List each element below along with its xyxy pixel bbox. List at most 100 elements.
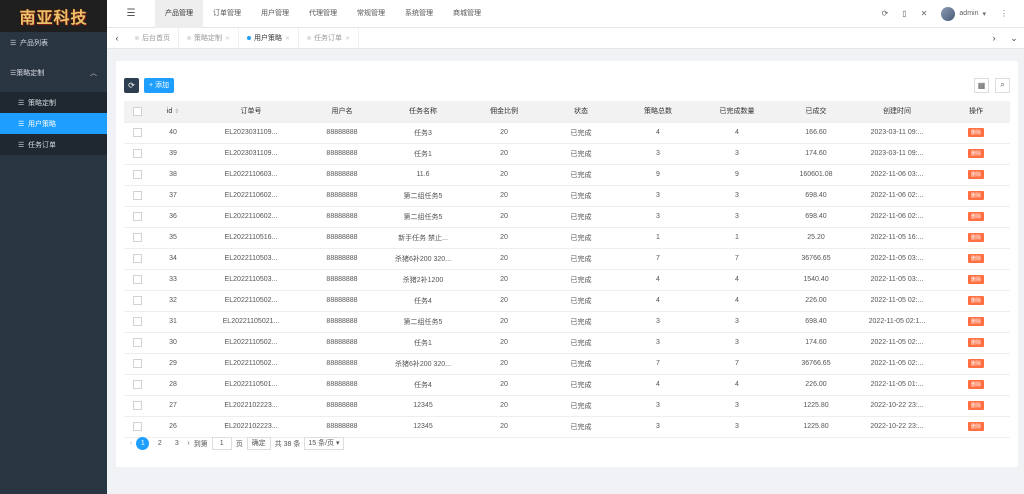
delete-button[interactable]: 删除 xyxy=(967,275,984,284)
table-cell: 40 xyxy=(150,122,196,144)
table-cell: 9 xyxy=(694,164,780,186)
refresh-icon[interactable]: ⟳ xyxy=(882,9,889,18)
table-cell: EL2022110502... xyxy=(196,353,306,375)
table-cell: 已完成 xyxy=(540,185,622,207)
sidebar-item-strategy-group[interactable]: ☰策略定制 ︿ xyxy=(0,54,107,92)
action-cell: 删除 xyxy=(942,353,1010,375)
delete-button[interactable]: 删除 xyxy=(967,191,984,200)
table-cell: 20 xyxy=(468,395,540,417)
per-page-select[interactable]: 15 条/页 ▾ xyxy=(304,437,344,450)
table-cell: 2022-11-05 01:... xyxy=(852,374,942,396)
row-checkbox[interactable] xyxy=(124,290,150,312)
table-cell: EL2022110603... xyxy=(196,164,306,186)
table-cell: 35 xyxy=(150,227,196,249)
delete-button[interactable]: 删除 xyxy=(967,296,984,305)
delete-button[interactable]: 删除 xyxy=(967,338,984,347)
page-tab-user-strategy[interactable]: 用户策略 ✕ xyxy=(239,27,300,49)
row-checkbox[interactable] xyxy=(124,185,150,207)
delete-button[interactable]: 删除 xyxy=(967,401,984,410)
tab-mall[interactable]: 商城管理 xyxy=(443,0,491,28)
delete-button[interactable]: 删除 xyxy=(967,380,984,389)
delete-button[interactable]: 删除 xyxy=(967,422,984,431)
row-checkbox[interactable] xyxy=(124,353,150,375)
refresh-button[interactable]: ⟳ xyxy=(124,77,139,93)
table-cell: 2023-03-11 09:... xyxy=(852,122,942,144)
page-3[interactable]: 3 xyxy=(170,437,183,450)
delete-button[interactable]: 删除 xyxy=(967,149,984,158)
header-commission: 佣金比例 xyxy=(468,101,540,123)
delete-button[interactable]: 删除 xyxy=(967,233,984,242)
chevron-right-icon[interactable]: › xyxy=(984,33,1004,44)
add-button[interactable]: + 添加 xyxy=(144,77,175,93)
page-tab-home[interactable]: 后台首页 xyxy=(127,27,179,49)
table-cell: 88888888 xyxy=(306,185,378,207)
row-checkbox[interactable] xyxy=(124,227,150,249)
table-cell: 34 xyxy=(150,248,196,270)
table-row: 38 EL2022110603... 88888888 11.6 20 已完成 9 9 1606… xyxy=(124,164,1010,186)
confirm-button[interactable]: 确定 xyxy=(246,437,271,450)
row-checkbox[interactable] xyxy=(124,164,150,186)
fullscreen-icon[interactable]: ✕ xyxy=(921,9,928,18)
page-tab-strategy[interactable]: 策略定制 ✕ xyxy=(179,27,240,49)
delete-button[interactable]: 删除 xyxy=(967,359,984,368)
row-checkbox[interactable] xyxy=(124,416,150,438)
page-1[interactable]: 1 xyxy=(136,437,150,450)
more-icon[interactable]: ⋮ xyxy=(1000,9,1008,18)
table-cell: 88888888 xyxy=(306,269,378,291)
sidebar-item-strategy[interactable]: ☰ 策略定制 xyxy=(0,92,107,113)
delete-button[interactable]: 删除 xyxy=(967,128,984,137)
action-cell: 删除 xyxy=(942,332,1010,354)
table-cell: 4 xyxy=(622,269,694,291)
chevron-down-icon[interactable]: ⌄ xyxy=(1004,33,1024,44)
table-cell: 已完成 xyxy=(540,248,622,270)
hamburger-icon[interactable]: ☰ xyxy=(107,8,155,19)
sidebar-item-task-orders[interactable]: ☰ 任务订单 xyxy=(0,134,107,155)
tab-orders[interactable]: 订单管理 xyxy=(203,0,251,28)
page-input[interactable]: 1 xyxy=(211,437,232,450)
refresh-icon: ⟳ xyxy=(128,80,135,90)
tab-system[interactable]: 系统管理 xyxy=(395,0,443,28)
tab-agents[interactable]: 代理管理 xyxy=(299,0,347,28)
table-cell: 3 xyxy=(694,143,780,165)
chevron-up-icon: ︿ xyxy=(90,70,97,77)
row-checkbox[interactable] xyxy=(124,395,150,417)
note-icon[interactable]: ▯ xyxy=(902,9,906,18)
row-checkbox[interactable] xyxy=(124,122,150,144)
delete-button[interactable]: 删除 xyxy=(967,317,984,326)
row-checkbox[interactable] xyxy=(124,143,150,165)
prev-page-icon[interactable]: ‹ xyxy=(130,440,132,447)
row-checkbox[interactable] xyxy=(124,332,150,354)
tab-general[interactable]: 常规管理 xyxy=(347,0,395,28)
next-page-icon[interactable]: › xyxy=(187,440,189,447)
search-icon[interactable]: ⌕ xyxy=(995,77,1010,93)
delete-button[interactable]: 删除 xyxy=(967,212,984,221)
table-row: 37 EL2022110602... 88888888 第二组任务5 20 已完成 3 3 69… xyxy=(124,185,1010,207)
user-menu[interactable]: admin ▾ xyxy=(941,6,986,21)
select-all-checkbox[interactable] xyxy=(124,101,150,123)
tab-users[interactable]: 用户管理 xyxy=(251,0,299,28)
page-2[interactable]: 2 xyxy=(153,437,166,450)
sidebar-item-product-list[interactable]: ☰ 产品列表 xyxy=(0,32,107,54)
list-icon: ☰ xyxy=(10,40,17,47)
delete-button[interactable]: 删除 xyxy=(967,254,984,263)
tab-product[interactable]: 产品管理 xyxy=(155,0,203,28)
table-cell: EL2022110602... xyxy=(196,185,306,207)
row-checkbox[interactable] xyxy=(124,311,150,333)
table-cell: 4 xyxy=(694,290,780,312)
header-id[interactable]: id ⇕ xyxy=(150,101,196,123)
page-tab-task-orders[interactable]: 任务订单 ✕ xyxy=(299,27,360,49)
close-icon[interactable]: ✕ xyxy=(225,35,230,42)
row-checkbox[interactable] xyxy=(124,248,150,270)
row-checkbox[interactable] xyxy=(124,269,150,291)
close-icon[interactable]: ✕ xyxy=(285,35,290,42)
close-icon[interactable]: ✕ xyxy=(345,35,350,42)
row-checkbox[interactable] xyxy=(124,374,150,396)
table-cell: 20 xyxy=(468,185,540,207)
table-cell: 33 xyxy=(150,269,196,291)
row-checkbox[interactable] xyxy=(124,206,150,228)
sidebar-item-user-strategy[interactable]: ☰ 用户策略 xyxy=(0,113,107,134)
delete-button[interactable]: 删除 xyxy=(967,170,984,179)
columns-icon[interactable]: ▦ xyxy=(974,77,989,93)
table-cell: 174.60 xyxy=(780,332,852,354)
chevron-left-icon[interactable]: ‹ xyxy=(107,33,127,43)
